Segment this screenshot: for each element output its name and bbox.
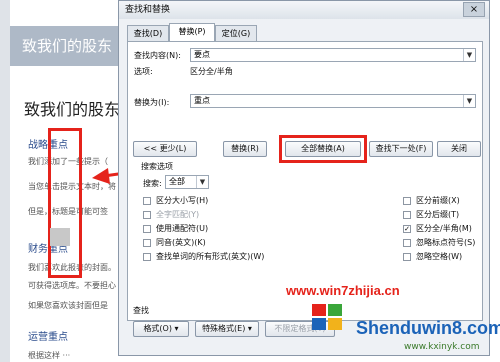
replace-label: 替换为(I): xyxy=(134,98,170,107)
watermark-brand: Shenduwin8.com xyxy=(356,318,500,338)
option-label: 区分后缀(T) xyxy=(416,210,460,219)
option-label: 全字匹配(Y) xyxy=(156,210,200,219)
chevron-down-icon[interactable]: ▼ xyxy=(196,176,208,188)
watermark-text: www.win7zhijia.cn xyxy=(286,283,400,298)
chevron-down-icon[interactable]: ▼ xyxy=(463,49,475,61)
options-value: 区分全/半角 xyxy=(190,67,233,76)
option-label: 区分大小写(H) xyxy=(156,196,209,205)
find-input-value: 要点 xyxy=(194,50,210,59)
dialog-titlebar: 查找和替换 × xyxy=(119,1,489,19)
format-button[interactable]: 格式(O) ▾ xyxy=(133,321,189,337)
checkbox xyxy=(143,211,151,219)
option-label: 查找单词的所有形式(英文)(W) xyxy=(156,252,265,261)
replace-button[interactable]: 替换(R) xyxy=(223,141,267,157)
special-format-button[interactable]: 特殊格式(E) ▾ xyxy=(195,321,259,337)
tab-find[interactable]: 查找(D) xyxy=(127,25,169,41)
option-label: 区分全/半角(M) xyxy=(416,224,472,233)
checkbox[interactable] xyxy=(143,253,151,261)
replace-all-highlight xyxy=(279,135,367,163)
checkbox[interactable] xyxy=(143,239,151,247)
find-section-heading: 查找 xyxy=(133,306,149,315)
checkbox[interactable] xyxy=(143,197,151,205)
search-scope-select[interactable]: 全部 ▼ xyxy=(165,175,209,189)
checkbox[interactable] xyxy=(403,197,411,205)
chevron-down-icon[interactable]: ▼ xyxy=(463,95,475,107)
search-scope-label: 搜索: xyxy=(143,179,162,188)
find-label: 查找内容(N): xyxy=(134,51,181,60)
replace-input-value: 重点 xyxy=(194,96,210,105)
tab-replace[interactable]: 替换(P) xyxy=(169,23,215,41)
options-label: 选项: xyxy=(134,67,153,76)
option-label: 同音(英文)(K) xyxy=(156,238,206,247)
dialog-title: 查找和替换 xyxy=(125,5,171,15)
checkbox-checked-icon[interactable]: ✓ xyxy=(403,225,411,233)
search-options-heading: 搜索选项 xyxy=(141,162,173,171)
option-label: 忽略标点符号(S) xyxy=(416,238,476,247)
checkbox[interactable] xyxy=(403,253,411,261)
find-input[interactable]: 要点 ▼ xyxy=(190,48,476,62)
option-label: 忽略空格(W) xyxy=(416,252,463,261)
option-label: 使用通配符(U) xyxy=(156,224,209,233)
find-replace-dialog: 查找和替换 × 查找(D) 替换(P) 定位(G) 查找内容(N): 要点 ▼ … xyxy=(118,0,490,356)
watermark-site: www.kxinyk.com xyxy=(404,342,480,352)
less-button[interactable]: << 更少(L) xyxy=(133,141,197,157)
close-button[interactable]: 关闭 xyxy=(437,141,481,157)
option-label: 区分前缀(X) xyxy=(416,196,460,205)
find-next-button[interactable]: 查找下一处(F) xyxy=(369,141,433,157)
checkbox[interactable] xyxy=(403,239,411,247)
checkbox[interactable] xyxy=(403,211,411,219)
checkbox[interactable] xyxy=(143,225,151,233)
replace-input[interactable]: 重点 ▼ xyxy=(190,94,476,108)
close-icon[interactable]: × xyxy=(463,2,485,17)
search-scope-value: 全部 xyxy=(169,177,185,186)
tab-goto[interactable]: 定位(G) xyxy=(215,25,257,41)
